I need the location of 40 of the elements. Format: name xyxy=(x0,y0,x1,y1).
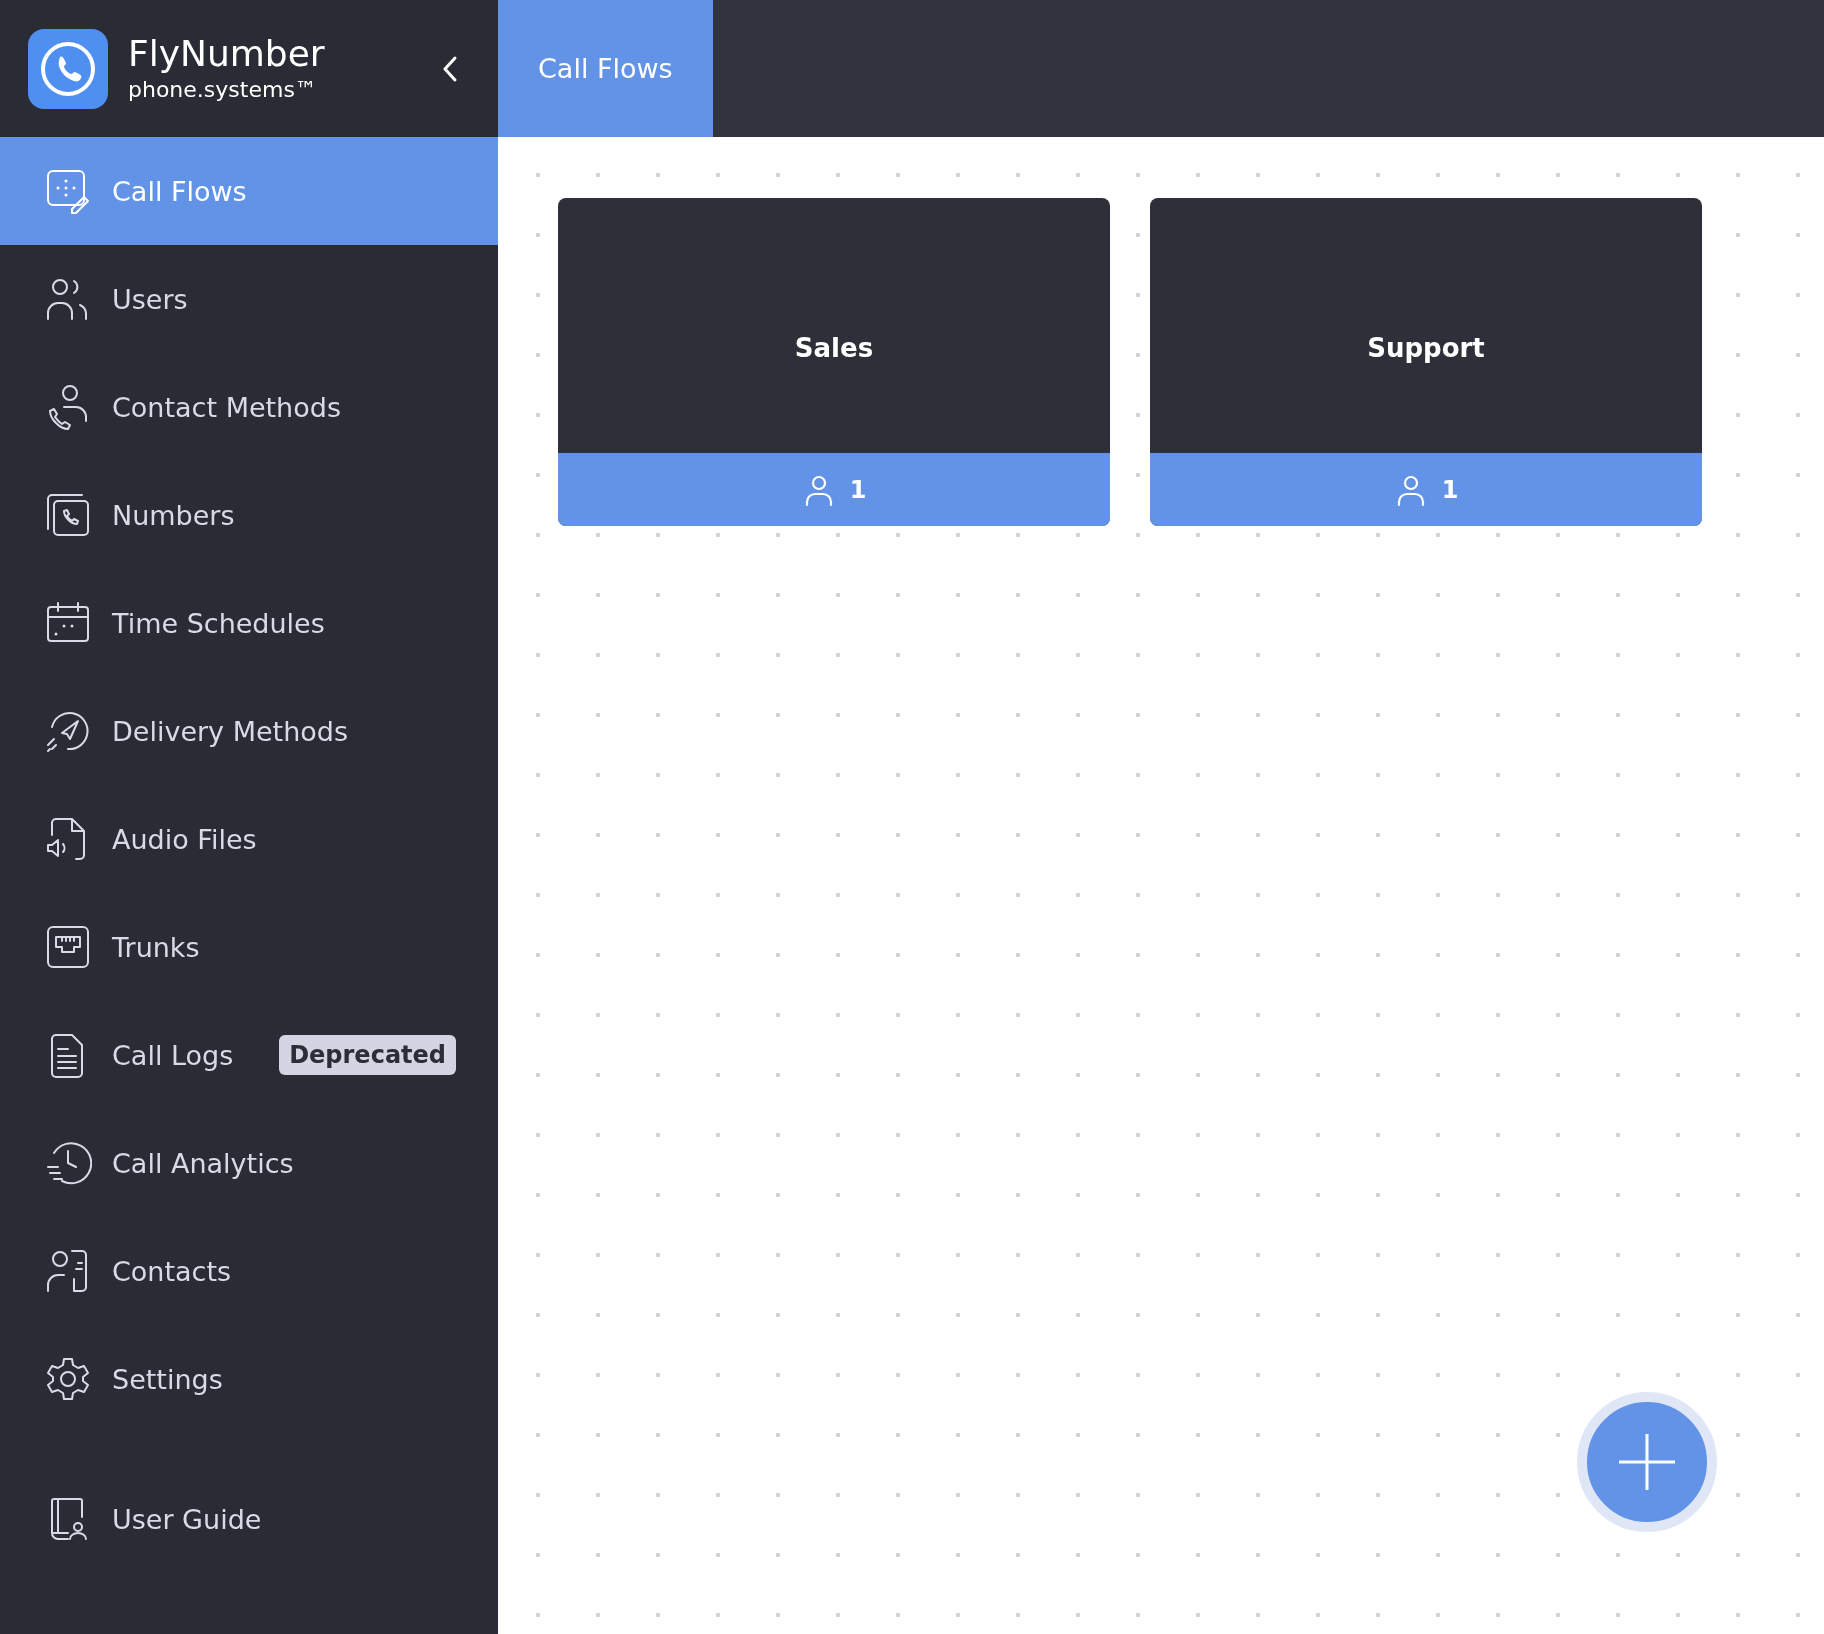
sidebar-item[interactable]: Contact Methods xyxy=(0,353,498,461)
ethernet-port-icon xyxy=(44,923,92,971)
brand-tagline: phone.systems™ xyxy=(128,75,318,104)
sidebar-item-label: Audio Files xyxy=(112,823,258,855)
call-flow-card[interactable]: Support 1 xyxy=(1150,198,1702,526)
sidebar-item-label: Contact Methods xyxy=(112,391,342,423)
sidebar-item-label: Trunks xyxy=(112,931,201,963)
deprecated-badge: Deprecated xyxy=(279,1035,456,1075)
sidebar-item[interactable]: Call Logs Deprecated xyxy=(0,1001,498,1109)
phone-logo-icon xyxy=(28,28,108,109)
clock-icon xyxy=(44,1139,92,1187)
user-count: 1 xyxy=(1441,475,1459,504)
call-flow-card[interactable]: Sales 1 xyxy=(558,198,1110,526)
flow-edit-icon xyxy=(44,167,92,215)
sidebar-item-label: Contacts xyxy=(112,1255,233,1287)
phone-numbers-icon xyxy=(44,491,92,539)
call-flow-name: Support xyxy=(1367,332,1485,363)
user-count: 1 xyxy=(849,475,867,504)
sidebar-item-label: User Guide xyxy=(112,1503,263,1535)
brand-name: FlyNumber xyxy=(128,32,326,75)
sidebar-item[interactable]: Settings xyxy=(0,1325,498,1433)
sidebar-item-label: Delivery Methods xyxy=(112,715,349,747)
sidebar-item[interactable]: Users xyxy=(0,245,498,353)
settings-icon xyxy=(44,1355,92,1403)
sidebar-item[interactable]: Numbers xyxy=(0,461,498,569)
sidebar-item-label: Time Schedules xyxy=(112,607,326,639)
sidebar-item-label: Numbers xyxy=(112,499,236,531)
sidebar-item-label: Call Analytics xyxy=(112,1147,295,1179)
call-flow-name: Sales xyxy=(794,332,874,363)
sidebar-item[interactable]: Trunks xyxy=(0,893,498,1001)
sidebar-item-label: Call Logs xyxy=(112,1039,235,1071)
sidebar-item[interactable]: Call Analytics xyxy=(0,1109,498,1217)
sidebar-item-label: Users xyxy=(112,283,189,315)
sidebar-item[interactable]: Delivery Methods xyxy=(0,677,498,785)
sidebar-item[interactable]: User Guide xyxy=(0,1465,498,1573)
sidebar-item[interactable]: Time Schedules xyxy=(0,569,498,677)
sidebar-item[interactable]: Audio Files xyxy=(0,785,498,893)
sidebar-item-label: Call Flows xyxy=(112,175,248,207)
sidebar-item-label: Settings xyxy=(112,1363,224,1395)
sidebar-item[interactable]: Contacts xyxy=(0,1217,498,1325)
